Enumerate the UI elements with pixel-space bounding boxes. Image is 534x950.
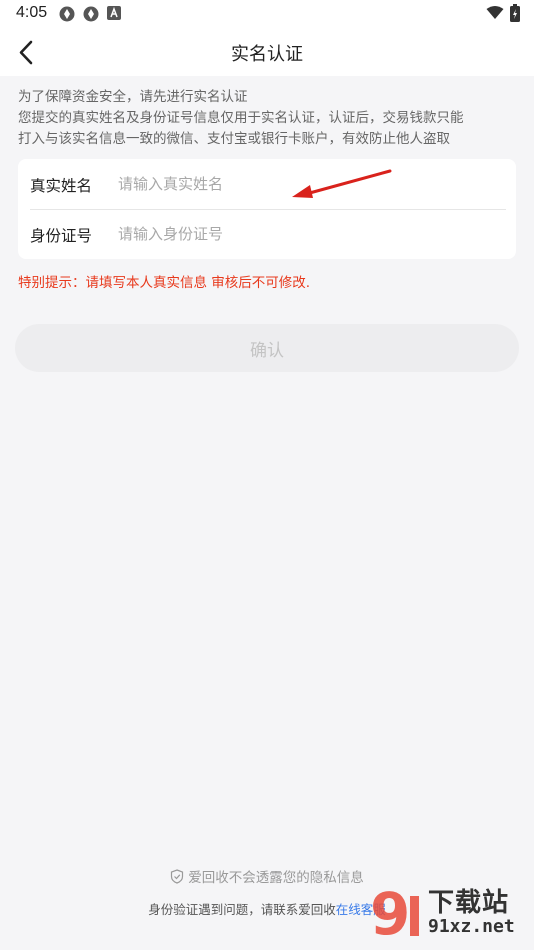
watermark-url: 91xz.net: [428, 916, 515, 937]
privacy-text: 爱回收不会透露您的隐私信息: [188, 870, 364, 886]
id-number-input[interactable]: [118, 221, 478, 247]
notice-line: 为了保障资金安全，请先进行实名认证: [18, 89, 248, 105]
confirm-button[interactable]: 确认: [15, 324, 519, 372]
identity-form: 真实姓名 身份证号: [18, 159, 516, 259]
real-name-label: 真实姓名: [30, 177, 93, 195]
help-text: 身份验证遇到问题，请联系爱回收: [148, 902, 336, 917]
annotation-arrow-icon: [292, 169, 392, 198]
security-notice: 为了保障资金安全，请先进行实名认证 您提交的真实姓名及身份证号信息仅用于实名认证…: [18, 87, 518, 150]
app-header: 实名认证: [0, 28, 534, 76]
watermark-logo-icon: 9: [370, 880, 419, 948]
font-notification-icon: [107, 6, 121, 20]
status-notification-icons: [58, 5, 122, 23]
page-title: 实名认证: [231, 44, 303, 65]
id-number-row: 身份证号: [18, 209, 516, 259]
status-bar: 4:05: [0, 0, 534, 28]
svg-text:9: 9: [370, 880, 410, 948]
app-notification-icon: [83, 6, 99, 22]
notice-line: 您提交的真实姓名及身份证号信息仅用于实名认证，认证后，交易钱款只能: [18, 110, 464, 126]
shield-check-icon: [171, 868, 184, 884]
app-notification-icon: [59, 6, 75, 22]
watermark-text: 下载站: [428, 888, 510, 918]
warning-text: 特别提示：请填写本人真实信息 审核后不可修改.: [18, 275, 311, 291]
status-system-icons: [486, 4, 520, 22]
id-number-label: 身份证号: [30, 227, 93, 245]
watermark: 9 下载站 91xz.net: [368, 878, 534, 950]
wifi-icon: [486, 6, 504, 19]
notice-line: 打入与该实名信息一致的微信、支付宝或银行卡账户，有效防止他人盗取: [18, 131, 450, 147]
real-name-row: 真实姓名: [18, 159, 516, 209]
status-time: 4:05: [16, 4, 48, 21]
battery-charging-icon: [510, 4, 520, 22]
